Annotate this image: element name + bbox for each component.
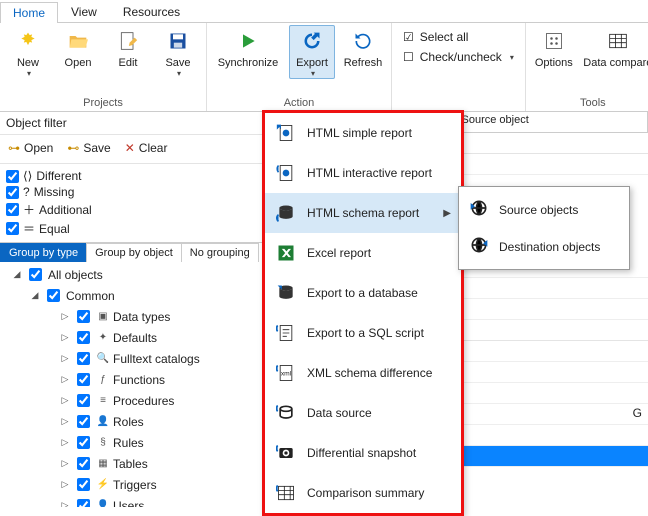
ribbon-group-projects: New▾ Open Edit Save▾ Projects	[0, 23, 207, 111]
filter-save-button[interactable]: ⊷Save	[67, 141, 110, 155]
filter-missing[interactable]: ?Missing	[6, 184, 256, 200]
export-menu-item[interactable]: HTML simple report	[265, 113, 461, 153]
ribbon: New▾ Open Edit Save▾ Projects Synchroniz…	[0, 23, 648, 112]
type-icon: 👤	[96, 416, 110, 427]
export-button[interactable]: Export▾	[289, 25, 335, 79]
synchronize-button[interactable]: Synchronize	[213, 25, 283, 69]
equal-icon: ＝	[23, 220, 35, 237]
filter-additional[interactable]: ＋Additional	[6, 200, 256, 219]
export-item-icon	[275, 122, 297, 144]
key-save-icon: ⊷	[67, 141, 79, 155]
object-tree[interactable]: ◢All objects ◢Common ▷▣Data types▷✦Defau…	[0, 262, 262, 507]
tab-resources[interactable]: Resources	[110, 1, 193, 22]
refresh-button[interactable]: Refresh	[341, 25, 385, 69]
svg-text:xml: xml	[281, 371, 292, 378]
group-by-type-tab[interactable]: Group by type	[0, 243, 87, 262]
main-tabs: Home View Resources	[0, 0, 648, 23]
export-item-icon: xml	[275, 362, 297, 384]
filter-open-button[interactable]: ⊶Open	[8, 141, 53, 155]
type-icon: ƒ	[96, 374, 110, 385]
export-menu-item[interactable]: xmlXML schema difference	[265, 353, 461, 393]
open-button[interactable]: Open	[56, 25, 100, 69]
submenu-arrow-icon: ▶	[443, 208, 451, 219]
tree-item[interactable]: ▷🔍Fulltext catalogs	[0, 348, 260, 369]
tree-item[interactable]: ▷▦Tables	[0, 453, 260, 474]
type-icon: 🔍	[96, 353, 110, 364]
select-all-button[interactable]: ☑Select all	[400, 29, 517, 45]
tree-common[interactable]: ◢Common	[0, 285, 260, 306]
type-icon: ≡	[96, 395, 110, 406]
ribbon-caption-tools: Tools	[532, 95, 648, 111]
ribbon-caption-check	[398, 69, 519, 85]
checkbox-icon: ☐	[403, 50, 414, 64]
col-source-object[interactable]: Source object	[456, 112, 648, 132]
no-grouping-tab[interactable]: No grouping	[181, 243, 259, 262]
options-button[interactable]: Options	[532, 25, 576, 69]
export-menu-item[interactable]: HTML interactive report	[265, 153, 461, 193]
tree-item[interactable]: ▷ƒFunctions	[0, 369, 260, 390]
data-compare-button[interactable]: Data compare	[582, 25, 648, 69]
export-item-icon	[275, 202, 297, 224]
clear-icon: ✕	[125, 141, 135, 155]
ribbon-group-check: ☑Select all ☐Check/uncheck▾	[392, 23, 526, 111]
type-icon: ▣	[96, 311, 110, 322]
plus-icon: ＋	[23, 201, 35, 218]
export-menu-item[interactable]: HTML schema report▶	[265, 193, 461, 233]
export-item-icon	[275, 162, 297, 184]
export-menu-item[interactable]: Data source	[265, 393, 461, 433]
save-button[interactable]: Save▾	[156, 25, 200, 78]
missing-icon: ?	[23, 185, 30, 199]
export-item-icon	[275, 402, 297, 424]
ribbon-caption-actions: Action	[213, 95, 385, 111]
group-by-object-tab[interactable]: Group by object	[86, 243, 182, 262]
destination-objects-item[interactable]: Destination objects	[459, 228, 629, 265]
diff-icon: ⟨⟩	[23, 169, 32, 183]
new-button[interactable]: New▾	[6, 25, 50, 78]
tree-all-objects[interactable]: ◢All objects	[0, 264, 260, 285]
export-menu-item[interactable]: Export to a SQL script	[265, 313, 461, 353]
ribbon-group-actions: Synchronize Export▾ Refresh Action	[207, 23, 392, 111]
export-menu-item[interactable]: Export to a database	[265, 273, 461, 313]
key-open-icon: ⊶	[8, 141, 20, 155]
tree-item[interactable]: ▷✦Defaults	[0, 327, 260, 348]
export-item-icon	[275, 442, 297, 464]
filter-clear-button[interactable]: ✕Clear	[125, 141, 168, 155]
export-item-icon	[275, 282, 297, 304]
export-menu-item[interactable]: Differential snapshot	[265, 433, 461, 473]
source-objects-item[interactable]: Source objects	[459, 191, 629, 228]
ribbon-caption-projects: Projects	[6, 95, 200, 111]
type-icon: ✦	[96, 332, 110, 343]
tree-item[interactable]: ▷⚡Triggers	[0, 474, 260, 495]
edit-button[interactable]: Edit	[106, 25, 150, 69]
ribbon-group-tools: Options Data compare Tools	[526, 23, 648, 111]
export-item-icon	[275, 482, 297, 504]
type-icon: ▦	[96, 458, 110, 469]
tree-item[interactable]: ▷▣Data types	[0, 306, 260, 327]
export-menu-item[interactable]: Excel report	[265, 233, 461, 273]
tree-item[interactable]: ▷👤Users	[0, 495, 260, 507]
type-icon: 👤	[96, 500, 110, 507]
tab-view[interactable]: View	[58, 1, 110, 22]
type-icon: §	[96, 437, 110, 448]
tab-home[interactable]: Home	[0, 2, 58, 23]
export-item-icon	[275, 242, 297, 264]
object-filter-panel: Object filter ⊶Open ⊷Save ✕Clear ⟨⟩Diffe…	[0, 112, 263, 507]
export-menu: HTML simple reportHTML interactive repor…	[262, 110, 464, 516]
checklist-icon: ☑	[403, 30, 414, 44]
filter-different[interactable]: ⟨⟩Different	[6, 168, 256, 184]
object-filter-title: Object filter	[0, 112, 262, 135]
check-uncheck-button[interactable]: ☐Check/uncheck▾	[400, 49, 517, 65]
schema-report-submenu: Source objects Destination objects	[458, 186, 630, 270]
export-menu-item[interactable]: Comparison summary	[265, 473, 461, 513]
tree-item[interactable]: ▷≡Procedures	[0, 390, 260, 411]
filter-equal[interactable]: ＝Equal	[6, 219, 256, 238]
tree-item[interactable]: ▷👤Roles	[0, 411, 260, 432]
export-item-icon	[275, 322, 297, 344]
tree-item[interactable]: ▷§Rules	[0, 432, 260, 453]
type-icon: ⚡	[96, 479, 110, 490]
